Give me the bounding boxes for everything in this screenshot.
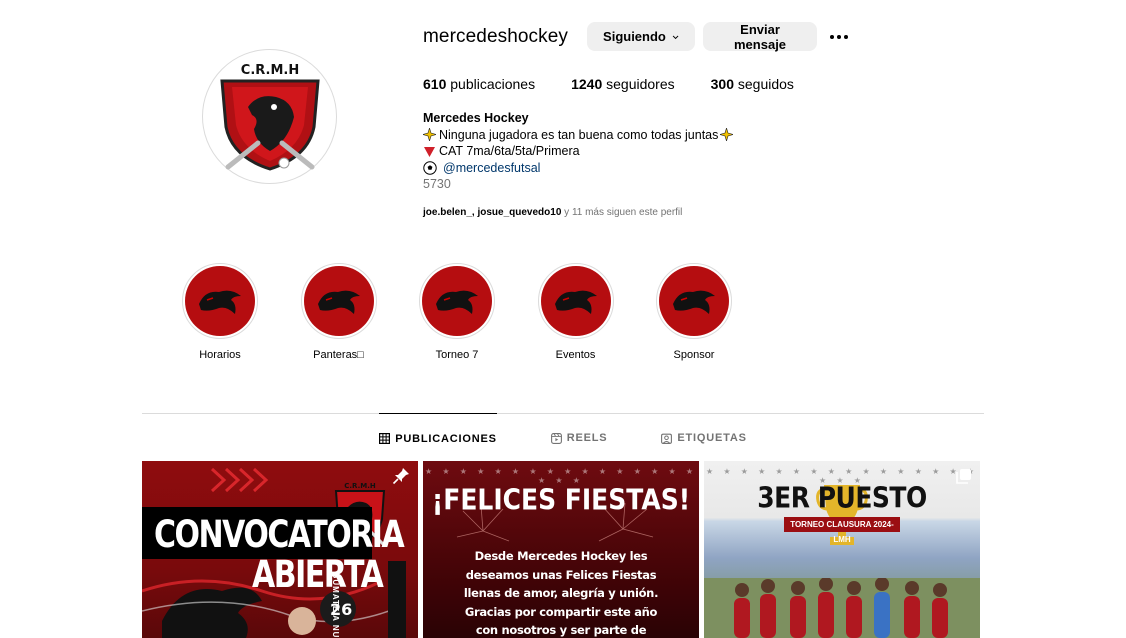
post-title: 3ER PUESTO [757, 480, 927, 515]
post-title-line-1: CONVOCATORIA [154, 513, 405, 557]
tab-posts[interactable]: PUBLICACIONES [379, 413, 497, 463]
reels-icon [550, 432, 562, 444]
post-subtitle: TORNEO CLAUSURA 2024-LMH [784, 517, 900, 544]
followers-count: 1240 [571, 76, 603, 92]
posts-label: publicaciones [450, 76, 536, 92]
highlight-ring [419, 263, 495, 339]
posts-count: 610 [423, 76, 447, 92]
post-title-line-2: ABIERTA [252, 553, 384, 597]
pin-icon [392, 468, 409, 485]
posts-stat: 610 publicaciones [423, 76, 535, 92]
highlight-ring [182, 263, 258, 339]
bio-extra: 5730 [423, 177, 451, 191]
highlight-cover [422, 266, 492, 336]
highlight-item[interactable]: Eventos [536, 263, 616, 361]
panther-icon [673, 290, 715, 314]
highlight-label: Torneo 7 [435, 349, 479, 361]
team-photo [704, 578, 980, 638]
post-title: ¡FELICES FIESTAS! [431, 482, 691, 517]
red-triangle-icon [424, 146, 435, 157]
following-label: seguidos [737, 76, 794, 92]
tab-reels-label: REELS [566, 432, 608, 444]
highlight-item[interactable]: Torneo 7 [417, 263, 497, 361]
highlight-ring [656, 263, 732, 339]
panther-icon [436, 290, 478, 314]
arrows-decoration [210, 467, 274, 493]
grid-icon [379, 433, 391, 444]
highlight-item[interactable]: Horarios [180, 263, 260, 361]
sparkles-icon [720, 128, 734, 142]
posts-grid: C.R.M.H 26 CONVOCATORIA ABIERTA SUMATE A… [142, 461, 980, 638]
post-tile[interactable]: ★ ★ ★ ★ ★ ★ ★ ★ ★ ★ ★ ★ ★ ★ ★ ★ ★ ★ ★ 3E… [704, 461, 980, 638]
highlight-item[interactable]: Sponsor [654, 263, 734, 361]
more-options-icon[interactable] [827, 25, 851, 49]
bio-mention-link[interactable]: @mercedesfutsal [443, 160, 540, 177]
profile-avatar[interactable]: C.R.M.H [202, 49, 337, 184]
following-stat[interactable]: 300 seguidos [711, 76, 794, 92]
carousel-icon [956, 469, 971, 484]
profile-header-row: mercedeshockey Siguiendo Enviar mensaje [423, 21, 983, 52]
bio: Mercedes Hockey Ninguna jugadora es tan … [423, 110, 983, 193]
followers-label: seguidores [606, 76, 675, 92]
followers-stat[interactable]: 1240 seguidores [571, 76, 675, 92]
story-highlights: Horarios Panteras□ Torneo 7 Eventos Spon… [180, 263, 773, 361]
highlight-ring [300, 263, 377, 339]
bio-line-1-text: Ninguna jugadora es tan buena como todas… [439, 127, 719, 142]
post-side-text: SUMATE A NUE [331, 573, 341, 638]
highlight-cover [659, 266, 729, 336]
tab-tagged[interactable]: ETIQUETAS [661, 413, 746, 463]
username: mercedeshockey [423, 25, 569, 47]
crest-text: C.R.M.H [240, 63, 298, 78]
highlight-label: Sponsor [673, 349, 715, 361]
followed-by-suffix: y 11 más siguen este perfil [561, 206, 683, 218]
post-body: Desde Mercedes Hockey les deseamos unas … [463, 549, 659, 637]
soccer-ball-icon [423, 161, 437, 175]
highlight-cover [540, 266, 611, 336]
panther-icon [317, 290, 360, 314]
send-message-button[interactable]: Enviar mensaje [703, 21, 818, 52]
followed-by-names: joe.belen_, josue_quevedo10 [423, 206, 562, 218]
tab-reels[interactable]: REELS [550, 413, 608, 463]
tab-posts-label: PUBLICACIONES [395, 432, 497, 445]
tab-tagged-label: ETIQUETAS [677, 432, 747, 444]
bio-line-2-text: CAT 7ma/6ta/5ta/Primera [439, 144, 580, 158]
send-message-label: Enviar mensaje [734, 21, 787, 52]
bio-line-3: @mercedesfutsal [423, 160, 983, 177]
highlight-ring [537, 263, 614, 339]
following-count: 300 [710, 76, 734, 92]
profile-tabs: PUBLICACIONES REELS ETIQUETAS [142, 413, 984, 463]
following-button-label: Siguiendo [603, 29, 666, 44]
bio-line-1: Ninguna jugadora es tan buena como todas… [423, 127, 983, 144]
tagged-icon [661, 433, 673, 444]
sparkles-icon [423, 128, 436, 142]
bio-name: Mercedes Hockey [423, 111, 529, 125]
post-tile[interactable]: ★ ★ ★ ★ ★ ★ ★ ★ ★ ★ ★ ★ ★ ★ ★ ★ ★ ★ ★ ¡F… [423, 461, 699, 638]
side-strip [388, 561, 406, 638]
highlight-label: Panteras□ [313, 349, 364, 361]
chevron-down-icon [672, 35, 679, 39]
panther-icon [199, 290, 241, 314]
highlight-item[interactable]: Panteras□ [299, 263, 379, 361]
crest-small-text: C.R.M.H [344, 482, 376, 490]
profile-stats: 610 publicaciones 1240 seguidores 300 se… [423, 76, 983, 92]
post-tile[interactable]: C.R.M.H 26 CONVOCATORIA ABIERTA SUMATE A… [142, 461, 418, 638]
followed-by[interactable]: joe.belen_, josue_quevedo10 y 11 más sig… [423, 207, 983, 218]
highlight-cover [185, 266, 255, 336]
panther-icon [554, 290, 597, 314]
following-button[interactable]: Siguiendo [587, 22, 696, 51]
club-crest-logo: C.R.M.H [219, 63, 320, 171]
highlight-label: Horarios [199, 349, 241, 361]
highlight-cover [303, 266, 374, 336]
highlight-label: Eventos [555, 349, 596, 361]
bio-line-2: CAT 7ma/6ta/5ta/Primera [423, 143, 983, 160]
profile-info: mercedeshockey Siguiendo Enviar mensaje … [423, 22, 983, 218]
